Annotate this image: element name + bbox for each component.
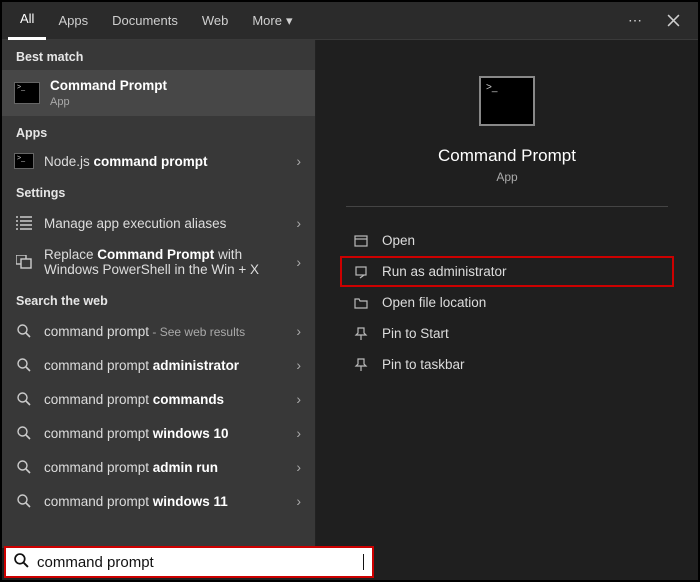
chevron-right-icon: › xyxy=(292,357,305,373)
pin-icon xyxy=(352,358,370,372)
result-web-item[interactable]: command prompt administrator › xyxy=(2,348,315,382)
preview-title: Command Prompt xyxy=(438,146,576,166)
top-tabs: All Apps Documents Web More ▾ ⋯ xyxy=(2,2,698,40)
chevron-down-icon: ▾ xyxy=(286,2,293,40)
tab-apps[interactable]: Apps xyxy=(46,2,100,40)
chevron-right-icon: › xyxy=(292,254,305,270)
section-web: Search the web xyxy=(2,284,315,314)
more-options-icon[interactable]: ⋯ xyxy=(616,2,654,40)
result-web-item[interactable]: command prompt windows 10 › xyxy=(2,416,315,450)
list-icon xyxy=(14,213,34,233)
result-web-item[interactable]: command prompt admin run › xyxy=(2,450,315,484)
chevron-right-icon: › xyxy=(292,493,305,509)
result-app-item[interactable]: Node.js command prompt › xyxy=(2,146,315,176)
chevron-right-icon: › xyxy=(292,153,305,169)
section-apps: Apps xyxy=(2,116,315,146)
divider xyxy=(346,206,668,207)
action-pin-taskbar[interactable]: Pin to taskbar xyxy=(346,349,668,380)
tab-all[interactable]: All xyxy=(8,2,46,40)
search-input[interactable] xyxy=(37,554,365,571)
section-best-match: Best match xyxy=(2,40,315,70)
text-caret xyxy=(363,554,364,570)
chevron-right-icon: › xyxy=(292,215,305,231)
replace-icon xyxy=(14,252,34,272)
chevron-right-icon: › xyxy=(292,425,305,441)
search-icon xyxy=(14,321,34,341)
section-settings: Settings xyxy=(2,176,315,206)
search-icon xyxy=(14,553,29,571)
open-icon xyxy=(352,234,370,248)
search-bar[interactable] xyxy=(4,546,374,578)
results-panel: Best match Command Prompt App Apps Node.… xyxy=(2,40,316,548)
close-icon[interactable] xyxy=(654,2,692,40)
result-web-item[interactable]: command prompt - See web results › xyxy=(2,314,315,348)
search-icon xyxy=(14,457,34,477)
chevron-right-icon: › xyxy=(292,459,305,475)
folder-icon xyxy=(352,296,370,310)
command-prompt-icon xyxy=(14,153,34,169)
pin-icon xyxy=(352,327,370,341)
action-open[interactable]: Open xyxy=(346,225,668,256)
tab-web[interactable]: Web xyxy=(190,2,241,40)
tab-more[interactable]: More ▾ xyxy=(240,2,304,40)
search-icon xyxy=(14,355,34,375)
shield-icon xyxy=(352,265,370,279)
action-run-admin[interactable]: Run as administrator xyxy=(342,258,672,285)
result-web-item[interactable]: command prompt commands › xyxy=(2,382,315,416)
preview-type: App xyxy=(496,170,517,184)
search-icon xyxy=(14,491,34,511)
action-open-location[interactable]: Open file location xyxy=(346,287,668,318)
preview-panel: Command Prompt App Open Run as administr… xyxy=(316,40,698,548)
result-best-match[interactable]: Command Prompt App xyxy=(2,70,315,116)
command-prompt-icon xyxy=(479,76,535,126)
search-icon xyxy=(14,423,34,443)
chevron-right-icon: › xyxy=(292,391,305,407)
action-pin-start[interactable]: Pin to Start xyxy=(346,318,668,349)
chevron-right-icon: › xyxy=(292,323,305,339)
search-icon xyxy=(14,389,34,409)
command-prompt-icon xyxy=(14,82,40,104)
result-setting-item[interactable]: Replace Command Prompt with Windows Powe… xyxy=(2,240,315,284)
tab-documents[interactable]: Documents xyxy=(100,2,190,40)
result-setting-item[interactable]: Manage app execution aliases › xyxy=(2,206,315,240)
result-web-item[interactable]: command prompt windows 11 › xyxy=(2,484,315,518)
